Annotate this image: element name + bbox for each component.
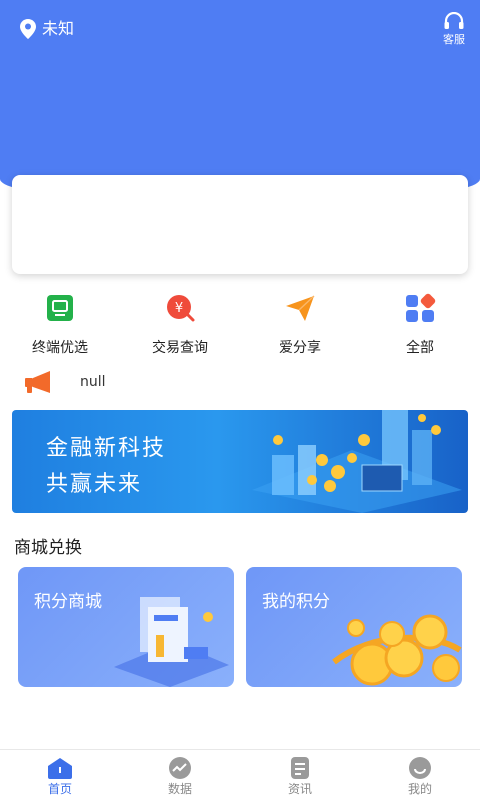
points-mall-card[interactable]: 积分商城: [18, 567, 234, 687]
quick-menu: 终端优选 ¥ 交易查询 爱分享 全部: [0, 290, 480, 356]
bottom-tab-bar: 首页 数据 资讯 我的: [0, 749, 480, 800]
menu-transaction-query[interactable]: ¥ 交易查询: [120, 290, 240, 356]
gold-coins-illustration: [332, 614, 462, 686]
menu-terminal-select[interactable]: 终端优选: [0, 290, 120, 356]
svg-text:¥: ¥: [175, 301, 183, 316]
menu-share[interactable]: 爱分享: [240, 290, 360, 356]
headset-icon: [444, 12, 464, 29]
monitor-icon: [47, 295, 73, 321]
menu-label: 全部: [406, 340, 434, 356]
tab-label: 首页: [47, 782, 72, 796]
tab-label: 我的: [407, 782, 432, 796]
card-title: 积分商城: [34, 592, 102, 612]
location-pin-icon: [20, 19, 36, 39]
service-label: 客服: [443, 33, 465, 46]
tab-home[interactable]: 首页: [0, 750, 120, 800]
menu-label: 交易查询: [152, 340, 208, 356]
promo-banner[interactable]: 金融新科技 共赢未来: [12, 410, 468, 513]
info-card: [12, 175, 468, 274]
fintech-city-illustration: [252, 410, 462, 513]
yuan-coin-search-icon: ¥: [167, 295, 195, 322]
location-selector[interactable]: 未知: [20, 18, 74, 40]
apps-icon: [406, 293, 436, 322]
points-mall-illustration: [114, 597, 229, 687]
tab-mine[interactable]: 我的: [360, 750, 480, 800]
section-title: 商城兑换: [14, 538, 82, 558]
home-icon: [48, 758, 72, 779]
profile-icon: [409, 757, 431, 779]
notice-bar[interactable]: null: [24, 369, 106, 395]
banner-line-2: 共赢未来: [46, 472, 143, 497]
card-title: 我的积分: [262, 592, 330, 612]
customer-service-button[interactable]: 客服: [440, 12, 468, 47]
tab-data[interactable]: 数据: [120, 750, 240, 800]
banner-line-1: 金融新科技: [46, 436, 167, 461]
tab-label: 资讯: [287, 782, 312, 796]
menu-label: 爱分享: [279, 340, 321, 356]
notice-text: null: [80, 374, 106, 390]
menu-all[interactable]: 全部: [360, 290, 480, 356]
document-icon: [291, 757, 309, 779]
megaphone-icon: [25, 371, 50, 393]
tab-news[interactable]: 资讯: [240, 750, 360, 800]
location-text: 未知: [42, 19, 75, 38]
tab-label: 数据: [167, 782, 192, 796]
chart-icon: [169, 757, 191, 779]
paper-plane-icon: [286, 295, 315, 321]
menu-label: 终端优选: [32, 340, 88, 356]
my-points-card[interactable]: 我的积分: [246, 567, 462, 687]
